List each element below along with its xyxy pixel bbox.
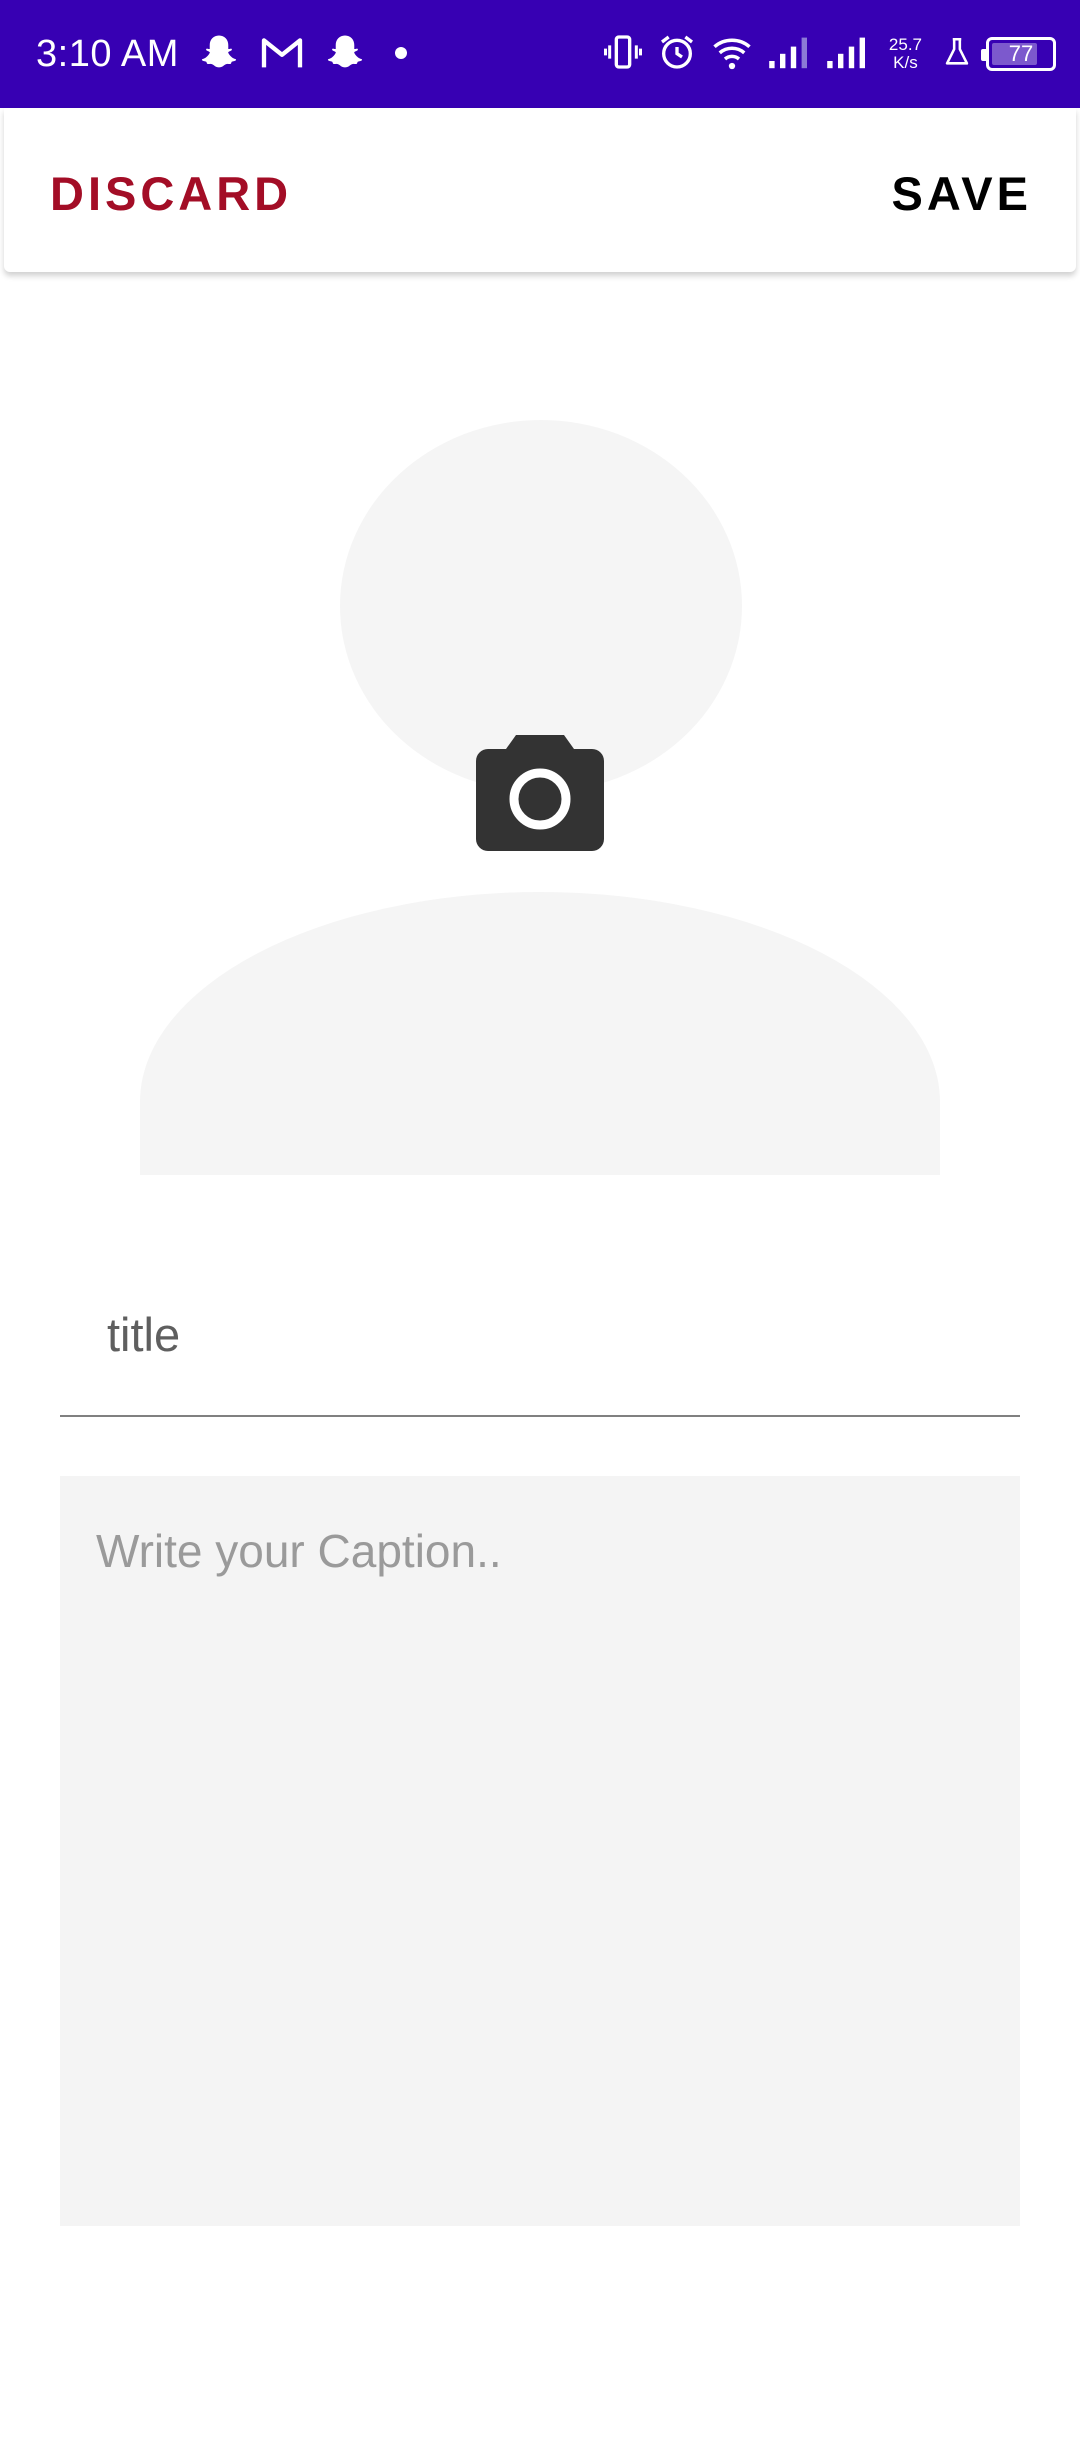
- discard-button[interactable]: DISCARD: [50, 166, 292, 222]
- camera-icon[interactable]: [476, 735, 604, 851]
- title-input-value: title: [107, 1308, 181, 1361]
- notification-dot-icon: [386, 38, 416, 73]
- status-bar: 3:10 AM 25.7 K/s 77: [0, 0, 1080, 108]
- photo-picker[interactable]: [138, 420, 942, 1175]
- wifi-icon: [711, 32, 753, 77]
- network-speed: 25.7 K/s: [889, 36, 922, 72]
- battery-level: 77: [1008, 41, 1034, 66]
- battery-icon: 77: [981, 37, 1056, 71]
- snapchat-icon: [324, 32, 366, 79]
- signal-icon: [767, 34, 811, 75]
- gmail-icon: [260, 35, 304, 76]
- battery-tip: [981, 49, 986, 61]
- lab-flask-icon: [942, 35, 972, 74]
- snapchat-icon: [198, 32, 240, 79]
- status-system-icons: 25.7 K/s 77: [603, 26, 1056, 82]
- alarm-icon: [657, 32, 697, 77]
- status-time: 3:10 AM: [36, 33, 179, 75]
- network-speed-unit: K/s: [893, 53, 918, 72]
- title-field[interactable]: title: [60, 1260, 1020, 1417]
- network-speed-value: 25.7: [888, 35, 922, 54]
- status-notification-icons: [198, 28, 416, 82]
- avatar-placeholder-body: [140, 892, 940, 1175]
- vibrate-icon: [603, 32, 643, 77]
- caption-placeholder: Write your Caption..: [96, 1525, 502, 1577]
- save-button[interactable]: SAVE: [892, 166, 1033, 222]
- top-toolbar: DISCARD SAVE: [4, 108, 1076, 272]
- signal-icon: [825, 34, 869, 75]
- caption-textarea[interactable]: Write your Caption..: [60, 1476, 1020, 2226]
